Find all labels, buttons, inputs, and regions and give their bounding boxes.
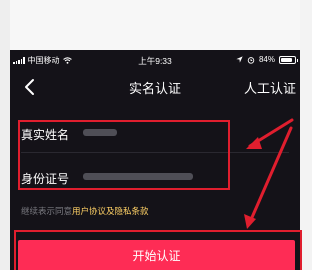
outer-background-top xyxy=(0,0,312,50)
location-arrow-icon xyxy=(236,56,243,63)
status-right: 84% xyxy=(236,55,298,64)
battery-icon xyxy=(279,55,298,64)
alarm-clock-icon xyxy=(247,56,255,64)
highlight-box-fields xyxy=(18,120,230,190)
battery-percent: 84% xyxy=(258,55,275,64)
battery-level xyxy=(281,57,292,62)
agreement-prefix: 继续表示同意 xyxy=(21,206,73,216)
manual-verify-button[interactable]: 人工认证 xyxy=(244,78,296,97)
outer-background-left xyxy=(0,0,10,270)
agreement-link[interactable]: 用户协议及隐私条款 xyxy=(72,206,149,216)
agreement-text: 继续表示同意用户协议及隐私条款 xyxy=(21,205,149,217)
highlight-box-button xyxy=(14,230,302,270)
status-bar: 中国移动 上午9:33 84% xyxy=(10,50,300,70)
nav-bar: 实名认证 人工认证 xyxy=(10,70,300,104)
